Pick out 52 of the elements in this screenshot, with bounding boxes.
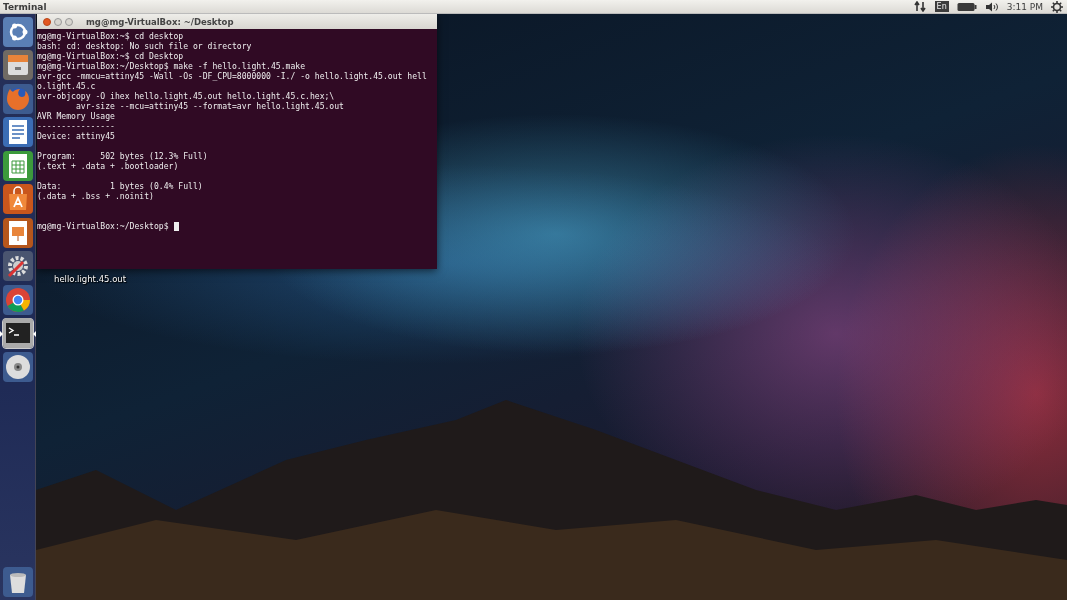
file-cabinet-icon [2,50,33,80]
disc-icon [2,351,33,382]
dash-button[interactable] [1,16,34,47]
terminal-line: avr-gcc -mmcu=attiny45 -Wall -Os -DF_CPU=8000000 -I./ -o hello.light.45.out hell [37,71,427,81]
terminal-line: mg@mg-VirtualBox:~/Desktop$ make -f hello.light.45.make [37,61,305,71]
software-center-button[interactable] [1,183,34,215]
close-button[interactable] [43,17,51,26]
terminal-line: ---------------- [37,121,115,131]
terminal-line: AVR Memory Usage [37,111,115,121]
desktop-file-label[interactable]: hello.light.45.out [54,274,127,284]
terminal-line: Device: attiny45 [37,131,115,141]
terminal-line: mg@mg-VirtualBox:~$ cd Desktop [37,51,184,61]
terminal-line: (.data + .bss + .noinit) [37,191,154,201]
writer-button[interactable] [1,116,34,148]
terminal-line: avr-size --mcu=attiny45 --format=avr hello.light.45.out [74,101,344,111]
terminal-line: Program: 502 bytes (12.3% Full) [37,151,208,161]
settings-button[interactable] [1,250,34,282]
terminal-line: Data: 1 bytes (0.4% Full) [37,181,203,191]
running-indicator-icon [0,330,3,337]
terminal-button[interactable] [1,317,34,349]
network-icon[interactable] [913,1,927,12]
shopping-bag-icon [2,184,33,214]
focus-indicator-icon [32,330,36,337]
keyboard-layout-indicator[interactable]: En [934,1,949,12]
gear-wrench-icon [2,251,33,281]
files-button[interactable] [1,49,34,81]
app-title: Terminal [2,1,47,12]
settings-icon[interactable] [1051,0,1063,13]
battery-icon[interactable] [956,1,977,12]
impress-button[interactable] [1,217,34,248]
window-title: mg@mg-VirtualBox: ~/Desktop [86,16,234,27]
presentation-icon [2,217,33,248]
calc-button[interactable] [1,150,34,181]
chrome-button[interactable] [1,284,34,315]
terminal-line: mg@mg-VirtualBox:~$ cd desktop [37,31,184,41]
terminal-line: (.text + .data + .bootloader) [37,161,179,171]
terminal-line: o.light.45.c [37,81,96,91]
firefox-button[interactable] [1,83,34,114]
globe-fox-icon [2,83,33,114]
chrome-logo-icon [2,284,33,315]
trash-can-icon [2,566,33,597]
volume-icon[interactable] [984,1,999,12]
terminal-line: bash: cd: desktop: No such file or directory [37,41,252,51]
trash-button[interactable] [1,566,34,597]
terminal-icon [2,318,33,348]
terminal-line: avr-objcopy -O ihex hello.light.45.out hello.light.45.c.hex;\ [37,91,335,101]
spreadsheet-icon [2,150,33,181]
clock[interactable]: 3:11 PM [1006,1,1043,12]
dvd-button[interactable] [1,351,34,382]
document-icon [2,117,33,147]
terminal-line: mg@mg-VirtualBox:~/Desktop$ [37,221,170,231]
ubuntu-logo-icon [2,16,33,47]
